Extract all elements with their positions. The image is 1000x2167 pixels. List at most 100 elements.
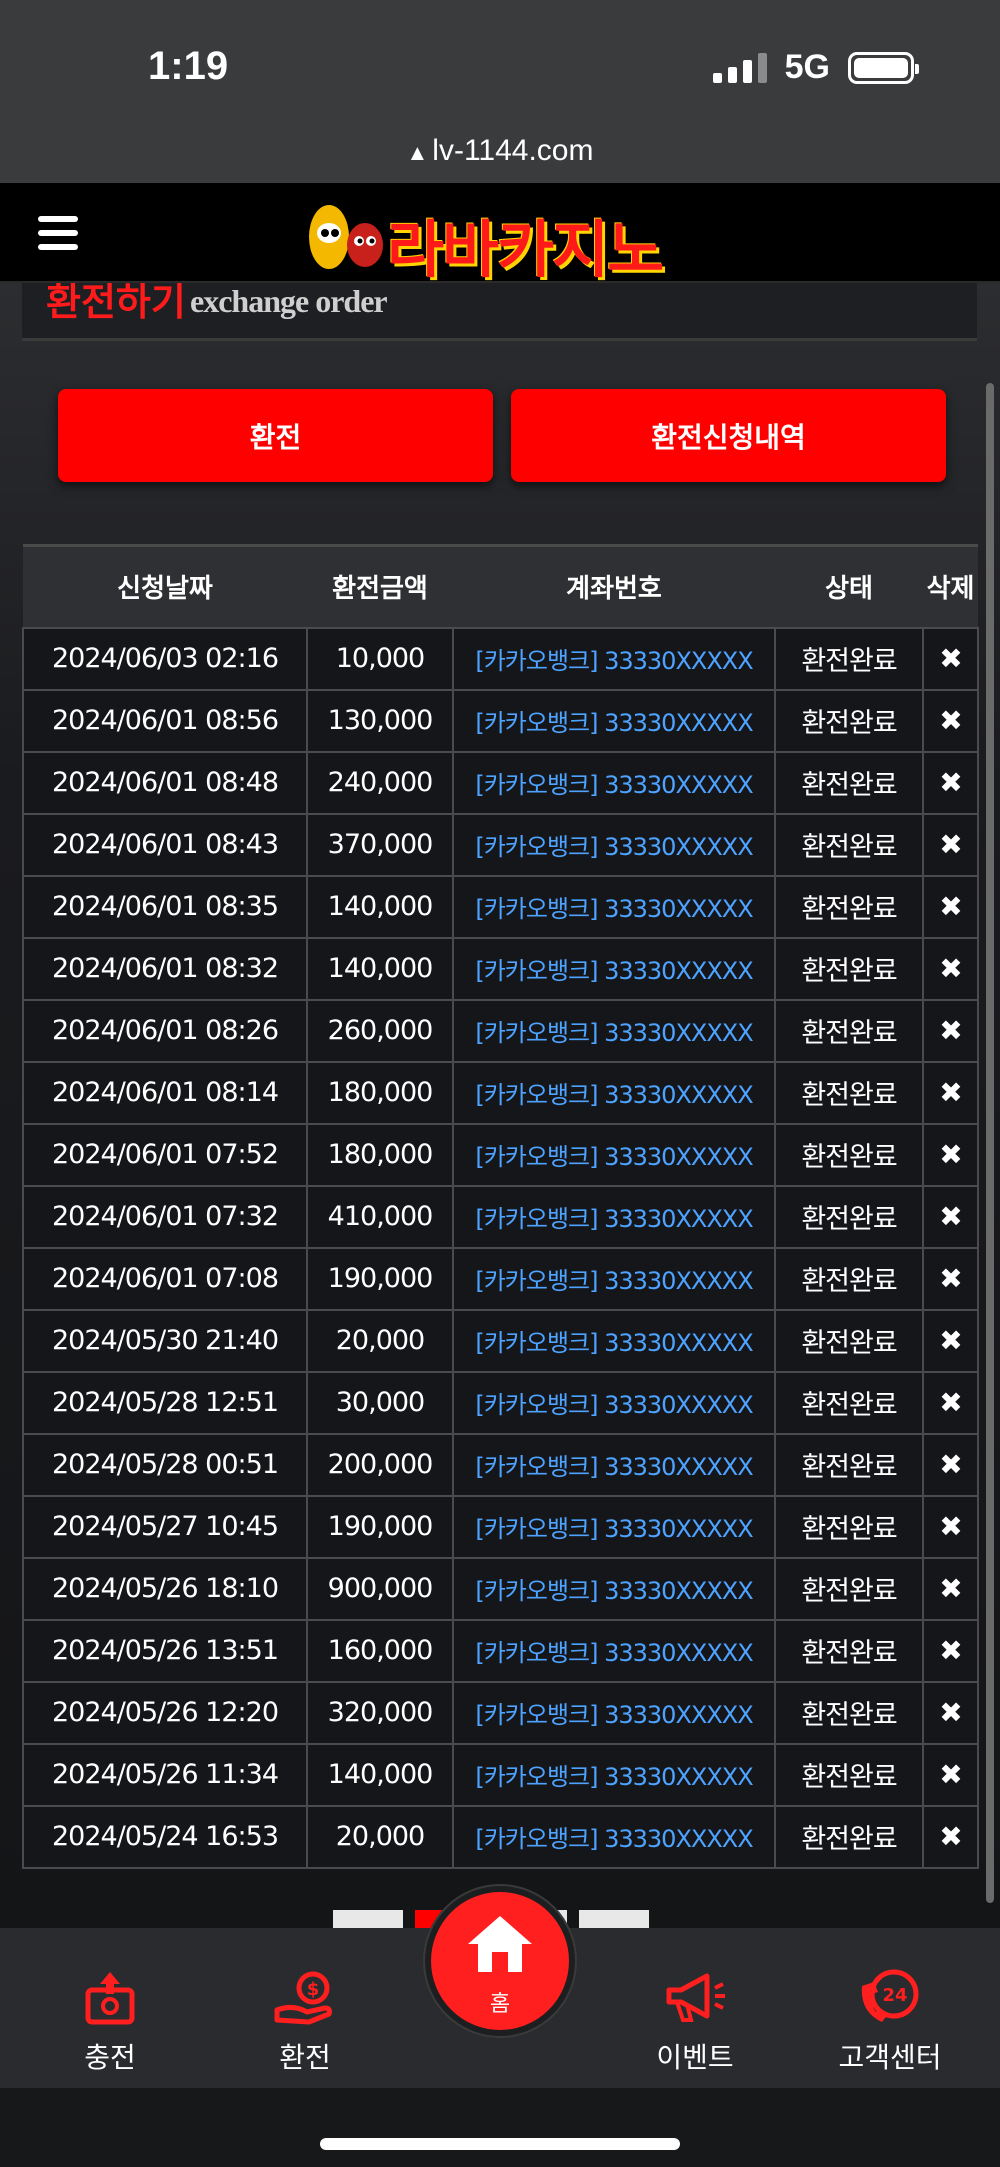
cell-account[interactable]: [카카오뱅크] 33330XXXXX (452, 1618, 776, 1683)
cell-account[interactable]: [카카오뱅크] 33330XXXXX (452, 1122, 776, 1187)
battery-icon (848, 51, 919, 84)
delete-icon[interactable]: ✖ (922, 1680, 979, 1745)
bottom-nav: 충전 $ 환전 홈 이벤트 24 고객센터 (0, 1886, 1000, 2088)
table-row: 2024/06/01 07:52 180,000 [카카오뱅크] 33330XXXX… (22, 1122, 979, 1187)
cell-account[interactable]: [카카오뱅크] 33330XXXXX (452, 750, 776, 815)
cell-account[interactable]: [카카오뱅크] 33330XXXXX (452, 1432, 776, 1497)
cell-account[interactable]: [카카오뱅크] 33330XXXXX (452, 998, 776, 1063)
deposit-icon (85, 1972, 135, 2025)
cell-status: 환전완료 (774, 1370, 924, 1435)
clock: 1:19 (148, 44, 229, 88)
nav-event[interactable]: 이벤트 (625, 1968, 765, 2076)
home-indicator[interactable] (320, 2138, 680, 2150)
address-bar[interactable]: ▲ lv-1144.com (0, 134, 1000, 168)
page-button[interactable] (579, 1910, 649, 1928)
page-title-ko: 환전하기 (46, 283, 186, 324)
delete-icon[interactable]: ✖ (922, 688, 979, 753)
delete-icon[interactable]: ✖ (922, 1618, 979, 1683)
cell-account[interactable]: [카카오뱅크] 33330XXXXX (452, 1680, 776, 1745)
cell-account[interactable]: [카카오뱅크] 33330XXXXX (452, 1804, 776, 1869)
cell-account[interactable]: [카카오뱅크] 33330XXXXX (452, 1370, 776, 1435)
cell-account[interactable]: [카카오뱅크] 33330XXXXX (452, 936, 776, 1001)
table-row: 2024/06/03 02:16 10,000 [카카오뱅크] 33330XXXXX… (22, 626, 979, 691)
delete-icon[interactable]: ✖ (922, 874, 979, 939)
signal-icon (712, 52, 767, 83)
table-row: 2024/06/01 08:35 140,000 [카카오뱅크] 33330XXXX… (22, 874, 979, 939)
col-header-status: 상태 (775, 544, 923, 628)
table-row: 2024/05/27 10:45 190,000 [카카오뱅크] 33330XXXX… (22, 1494, 979, 1559)
home-icon (468, 1916, 532, 1972)
cell-date: 2024/06/01 08:14 (22, 1060, 308, 1125)
nav-deposit[interactable]: 충전 (40, 1968, 180, 2076)
delete-icon[interactable]: ✖ (922, 936, 979, 1001)
delete-icon[interactable]: ✖ (922, 998, 979, 1063)
delete-icon[interactable]: ✖ (922, 812, 979, 877)
delete-icon[interactable]: ✖ (922, 1432, 979, 1497)
cell-amount: 180,000 (306, 1122, 454, 1187)
cell-status: 환전완료 (774, 688, 924, 753)
scrollbar[interactable] (986, 383, 994, 1903)
delete-icon[interactable]: ✖ (922, 1246, 979, 1311)
cell-account[interactable]: [카카오뱅크] 33330XXXXX (452, 1494, 776, 1559)
table-row: 2024/05/26 12:20 320,000 [카카오뱅크] 33330XXXX… (22, 1680, 979, 1745)
col-header-date: 신청날짜 (23, 544, 307, 628)
cell-amount: 320,000 (306, 1680, 454, 1745)
page-button[interactable] (333, 1910, 403, 1928)
delete-icon[interactable]: ✖ (922, 750, 979, 815)
menu-icon[interactable] (38, 216, 78, 250)
cell-status: 환전완료 (774, 1122, 924, 1187)
nav-support[interactable]: 24 고객센터 (820, 1968, 960, 2076)
delete-icon[interactable]: ✖ (922, 1308, 979, 1373)
cell-amount: 410,000 (306, 1184, 454, 1249)
table-row: 2024/06/01 08:14 180,000 [카카오뱅크] 33330XXXX… (22, 1060, 979, 1125)
cell-status: 환전완료 (774, 750, 924, 815)
nav-exchange[interactable]: $ 환전 (235, 1968, 375, 2076)
cell-account[interactable]: [카카오뱅크] 33330XXXXX (452, 688, 776, 753)
delete-icon[interactable]: ✖ (922, 1742, 979, 1807)
delete-icon[interactable]: ✖ (922, 1122, 979, 1187)
cell-date: 2024/06/01 07:52 (22, 1122, 308, 1187)
cell-status: 환전완료 (774, 1742, 924, 1807)
delete-icon[interactable]: ✖ (922, 626, 979, 691)
megaphone-icon (666, 1973, 725, 2022)
cell-date: 2024/05/24 16:53 (22, 1804, 308, 1869)
cell-account[interactable]: [카카오뱅크] 33330XXXXX (452, 1308, 776, 1373)
exchange-history-button[interactable]: 환전신청내역 (511, 389, 946, 482)
cell-amount: 20,000 (306, 1308, 454, 1373)
site-logo[interactable]: 라바카지노 (295, 193, 715, 286)
cell-amount: 140,000 (306, 1742, 454, 1807)
table-row: 2024/05/30 21:40 20,000 [카카오뱅크] 33330XXXXX… (22, 1308, 979, 1373)
status-icons: 5G (712, 48, 919, 87)
cell-status: 환전완료 (774, 1308, 924, 1373)
exchange-history-table: 신청날짜 환전금액 계좌번호 상태 삭제 2024/06/03 02:16 10,… (22, 544, 979, 1869)
table-row: 2024/05/28 00:51 200,000 [카카오뱅크] 33330XXXX… (22, 1432, 979, 1497)
delete-icon[interactable]: ✖ (922, 1494, 979, 1559)
support-24-icon: 24 (861, 1969, 919, 2022)
cell-account[interactable]: [카카오뱅크] 33330XXXXX (452, 1742, 776, 1807)
cell-account[interactable]: [카카오뱅크] 33330XXXXX (452, 1060, 776, 1125)
cell-status: 환전완료 (774, 1804, 924, 1869)
cell-date: 2024/05/26 18:10 (22, 1556, 308, 1621)
delete-icon[interactable]: ✖ (922, 1370, 979, 1435)
delete-icon[interactable]: ✖ (922, 1060, 979, 1125)
delete-icon[interactable]: ✖ (922, 1556, 979, 1621)
logo-text: 라바카지노 (387, 213, 664, 286)
delete-icon[interactable]: ✖ (922, 1804, 979, 1869)
cell-status: 환전완료 (774, 1618, 924, 1683)
cell-account[interactable]: [카카오뱅크] 33330XXXXX (452, 1556, 776, 1621)
cell-account[interactable]: [카카오뱅크] 33330XXXXX (452, 1184, 776, 1249)
cell-account[interactable]: [카카오뱅크] 33330XXXXX (452, 626, 776, 691)
cell-date: 2024/06/01 08:32 (22, 936, 308, 1001)
cell-account[interactable]: [카카오뱅크] 33330XXXXX (452, 874, 776, 939)
cell-status: 환전완료 (774, 1060, 924, 1125)
cell-account[interactable]: [카카오뱅크] 33330XXXXX (452, 812, 776, 877)
delete-icon[interactable]: ✖ (922, 1184, 979, 1249)
exchange-button[interactable]: 환전 (58, 389, 493, 482)
cell-date: 2024/06/01 08:26 (22, 998, 308, 1063)
warning-icon: ▲ (406, 140, 429, 165)
cell-date: 2024/06/01 08:56 (22, 688, 308, 753)
nav-support-label: 고객센터 (838, 2041, 942, 2074)
nav-home[interactable]: 홈 (425, 1886, 575, 2036)
cell-amount: 160,000 (306, 1618, 454, 1683)
cell-account[interactable]: [카카오뱅크] 33330XXXXX (452, 1246, 776, 1311)
